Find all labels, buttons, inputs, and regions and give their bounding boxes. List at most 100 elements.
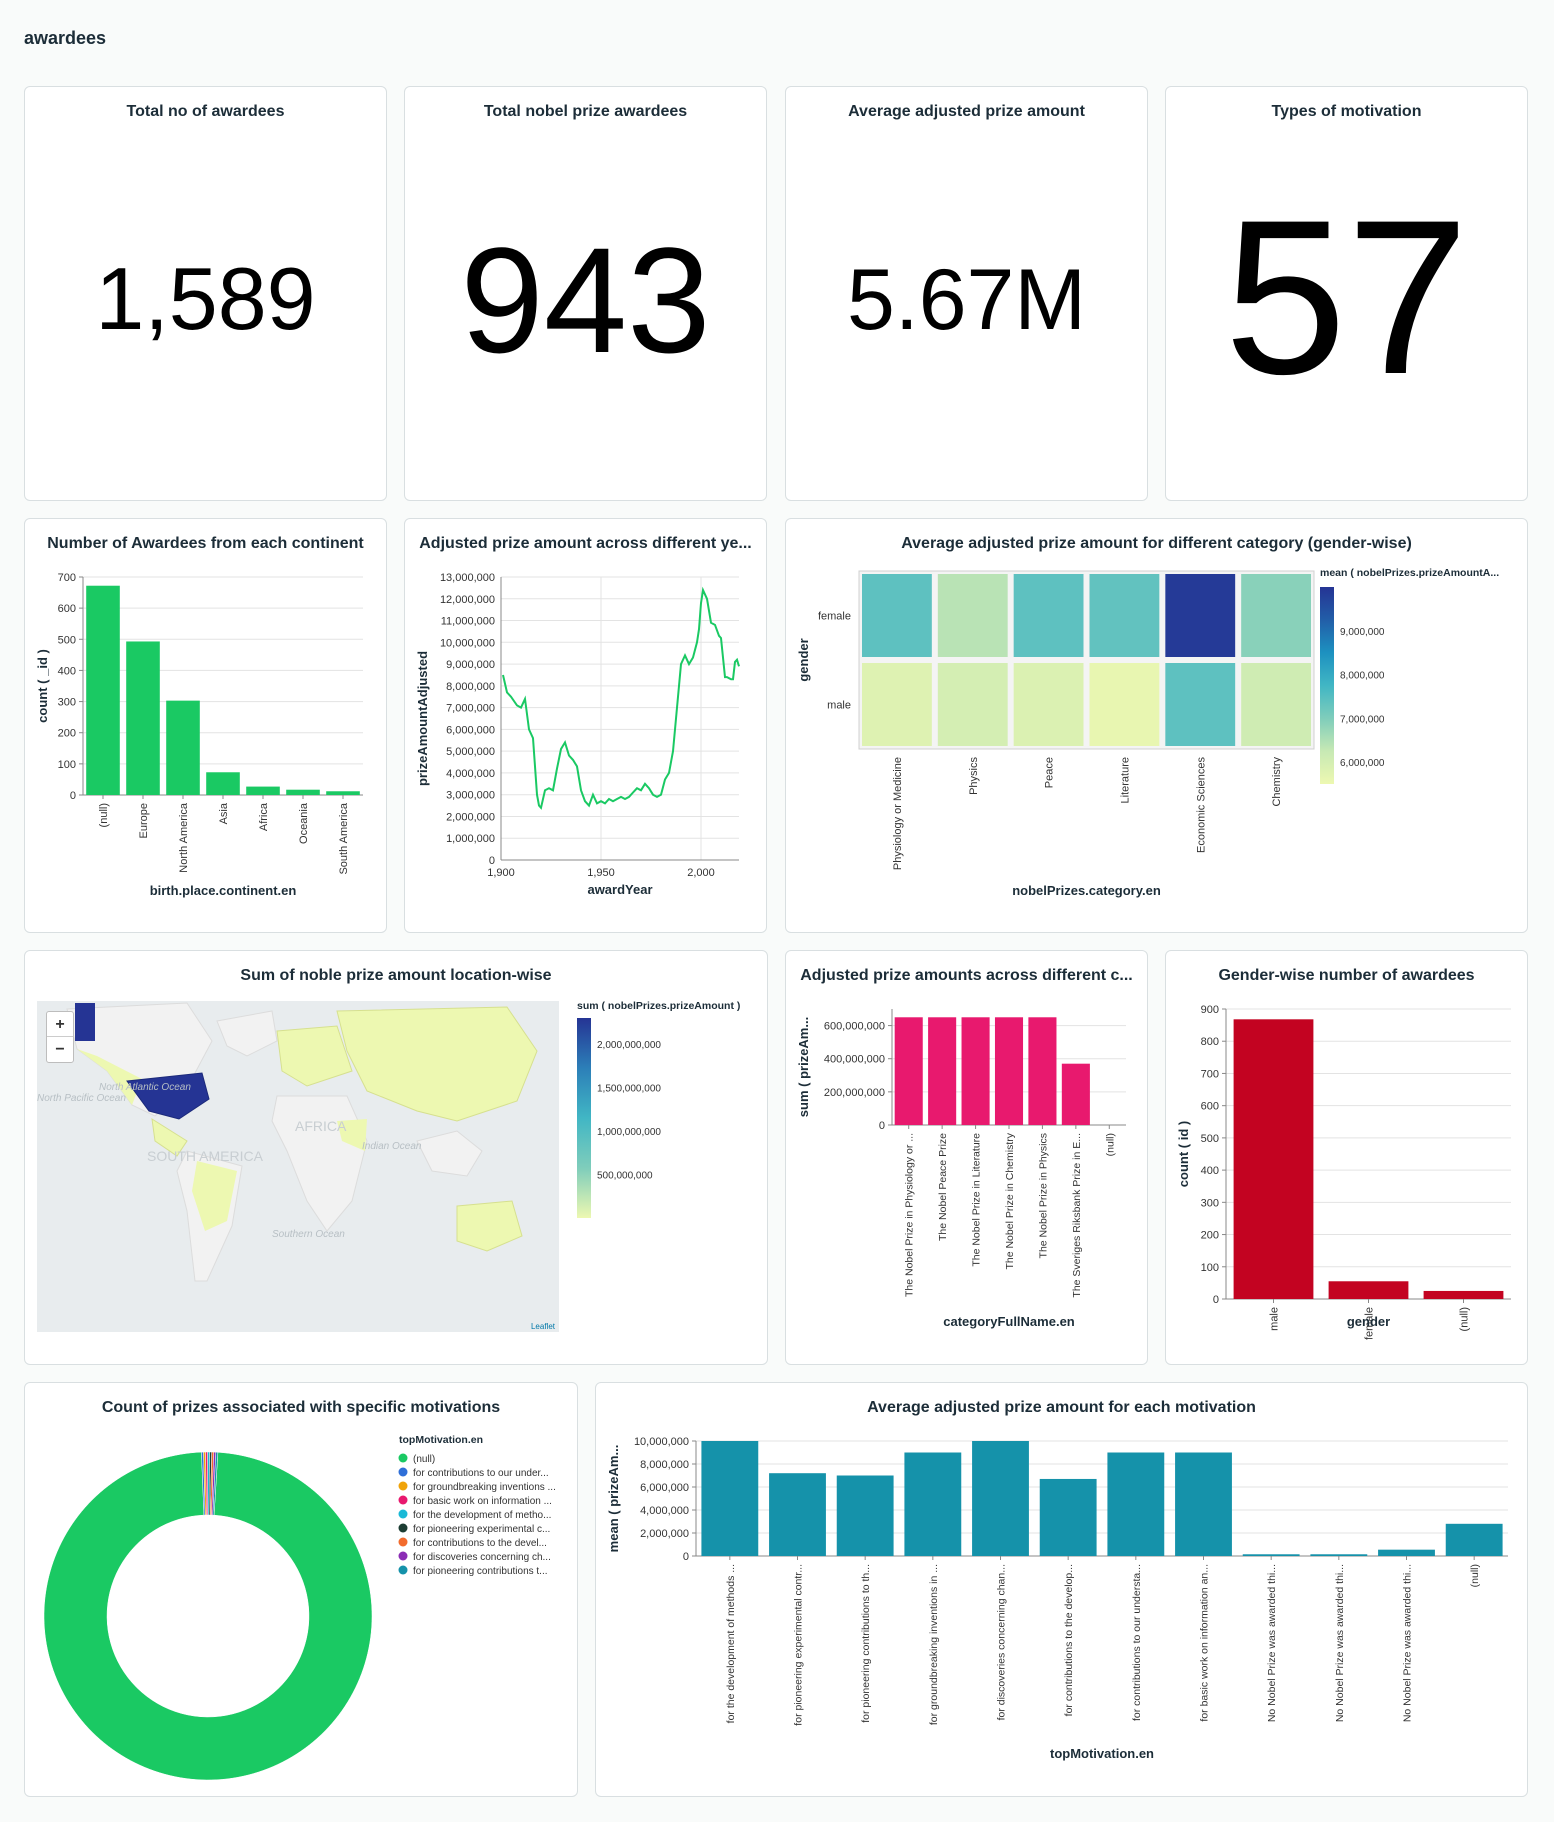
motivation-donut-chart: topMotivation.en (null) for contributions …	[43, 1434, 556, 1781]
x-tick-label: for contributions to our understa...	[1131, 1564, 1143, 1721]
y-axis-title: sum ( prizeAm...	[796, 1017, 811, 1117]
y-tick-label: 900	[1201, 1004, 1219, 1016]
heatmap-cell	[1089, 663, 1160, 746]
x-tick-label: (null)	[1104, 1133, 1116, 1156]
legend-label: (null)	[413, 1454, 435, 1465]
kpi-value: 1,589	[95, 249, 316, 348]
bar	[1445, 1523, 1503, 1556]
continent-chart-card[interactable]: Number of Awardees from each continent 0…	[24, 518, 387, 933]
y-tick-label: 8,000,000	[640, 1459, 689, 1471]
category-bar-card[interactable]: Adjusted prize amounts across different …	[785, 950, 1148, 1365]
y-tick-label: 800	[1201, 1036, 1219, 1048]
y-tick-label: 8,000,000	[446, 681, 495, 693]
x-tick-label: No Nobel Prize was awarded thi...	[1402, 1564, 1414, 1722]
y-tick-label: 0	[70, 790, 76, 802]
y-tick-label: 0	[879, 1120, 885, 1132]
x-tick-label: The Nobel Prize in Chemistry	[1004, 1132, 1016, 1269]
continent-bar-chart: 0 100 200 300 400 500 600 700 (null) Europe North …	[35, 572, 363, 898]
y-axis-title: gender	[796, 638, 811, 681]
y-tick-label: 5,000,000	[446, 746, 495, 758]
y-axis-title: count ( id )	[1176, 1121, 1191, 1187]
x-tick-label: (null)	[98, 803, 110, 827]
x-tick-label: for basic work on information an...	[1199, 1564, 1211, 1722]
heatmap-cell	[1165, 574, 1236, 657]
y-tick-label: 700	[58, 572, 76, 584]
x-axis-title: gender	[1347, 1314, 1390, 1329]
category-bar-chart: 0 200,000,000 400,000,000 600,000,000 The No…	[796, 1009, 1126, 1329]
year-line-chart-card[interactable]: Adjusted prize amount across different y…	[404, 518, 767, 933]
x-axis-title: categoryFullName.en	[943, 1314, 1075, 1329]
gender-bar-card[interactable]: Gender-wise number of awardees 0 100 200 30…	[1165, 950, 1528, 1365]
map-legend: sum ( nobelPrizes.prizeAmount ) 2,000,000…	[577, 1000, 740, 1218]
y-tick-label: 500	[58, 634, 76, 646]
y-tick-label: 12,000,000	[440, 594, 495, 606]
bar	[904, 1452, 962, 1556]
kpi-card-nobel-awardees[interactable]: Total nobel prize awardees 943	[404, 86, 767, 501]
x-tick-label: South America	[338, 802, 350, 874]
x-tick-label: for pioneering experimental contr...	[793, 1564, 805, 1726]
y-tick-label: 11,000,000	[441, 616, 495, 628]
kpi-card-average-prize[interactable]: Average adjusted prize amount 5.67M	[785, 86, 1148, 501]
x-tick-label: Chemistry	[1271, 757, 1283, 807]
bar	[1028, 1017, 1057, 1125]
donut-card[interactable]: Count of prizes associated with specific…	[24, 1382, 578, 1797]
legend-tick-label: 6,000,000	[1340, 758, 1385, 769]
legend-gradient	[1320, 587, 1334, 784]
y-tick-label: 200,000,000	[824, 1087, 885, 1099]
y-tick-label: 2,000,000	[446, 811, 495, 823]
bar	[1242, 1554, 1300, 1556]
legend-tick-label: 8,000,000	[1340, 671, 1385, 682]
y-tick-label: 400	[1201, 1165, 1219, 1177]
legend-swatch	[398, 1509, 408, 1519]
legend-swatch	[398, 1495, 408, 1505]
kpi-value: 943	[460, 216, 711, 384]
heatmap-card[interactable]: Average adjusted prize amount for differ…	[785, 518, 1528, 933]
legend-label: for basic work on information ...	[413, 1496, 552, 1507]
motivation-bar-card[interactable]: Average adjusted prize amount for each m…	[595, 1382, 1528, 1797]
legend-label: for groundbreaking inventions ...	[413, 1482, 556, 1493]
year-line-chart: 0 1,000,000 2,000,000 3,000,000 4,000,000 5,0…	[415, 572, 740, 897]
legend-tick-label: 9,000,000	[1340, 627, 1385, 638]
bar	[126, 641, 160, 795]
x-tick-label: for groundbreaking inventions in ...	[928, 1564, 940, 1725]
y-tick-label: 300	[1201, 1197, 1219, 1209]
y-axis-title: count ( _id )	[35, 649, 50, 723]
legend-label: for pioneering contributions t...	[413, 1566, 548, 1577]
bar	[1328, 1281, 1409, 1299]
kpi-title: Total nobel prize awardees	[483, 103, 688, 120]
legend-title: topMotivation.en	[399, 1434, 483, 1446]
x-tick-label: Literature	[1119, 757, 1131, 803]
x-tick-label: for the development of methods ...	[725, 1564, 737, 1723]
map-card[interactable]: Sum of noble prize amount location-wise …	[24, 950, 768, 1365]
x-tick-label: Economic Sciences	[1195, 757, 1207, 853]
y-tick-label: 0	[1213, 1294, 1219, 1306]
legend-tick-label: 7,000,000	[1340, 714, 1385, 725]
x-tick-label: The Sveriges Riksbank Prize in E...	[1071, 1133, 1083, 1298]
bar	[1175, 1452, 1232, 1556]
x-axis-title: birth.place.continent.en	[150, 883, 297, 898]
heatmap-cell	[862, 574, 932, 657]
y-tick-label: 500	[1201, 1133, 1219, 1145]
x-tick-label: The Nobel Prize in Physiology or ...	[904, 1133, 916, 1297]
x-tick-label: Oceania	[298, 802, 310, 844]
y-tick-label: 4,000,000	[640, 1505, 689, 1517]
bar	[1423, 1290, 1504, 1299]
bar	[1061, 1063, 1090, 1125]
legend-swatch	[398, 1453, 408, 1463]
kpi-title: Total no of awardees	[126, 103, 285, 120]
kpi-card-motivation-types[interactable]: Types of motivation 57	[1165, 86, 1528, 501]
bar	[769, 1473, 826, 1556]
bar	[326, 791, 360, 795]
x-tick-label: for contributions to the develop...	[1063, 1564, 1075, 1716]
bar	[961, 1017, 990, 1125]
bar	[246, 786, 280, 795]
x-tick-label: 1,950	[587, 867, 615, 879]
legend-tick-label: 1,500,000,000	[597, 1084, 661, 1095]
kpi-card-total-awardees[interactable]: Total no of awardees 1,589	[24, 86, 387, 501]
x-tick-label: Physiology or Medicine	[892, 757, 904, 870]
bar	[701, 1441, 759, 1556]
x-tick-label: 1,900	[487, 867, 515, 879]
bar	[1233, 1019, 1314, 1299]
motivation-bar-chart: 0 2,000,000 4,000,000 6,000,000 8,000,000 10,…	[606, 1436, 1508, 1761]
x-tick-label: Asia	[218, 802, 230, 824]
